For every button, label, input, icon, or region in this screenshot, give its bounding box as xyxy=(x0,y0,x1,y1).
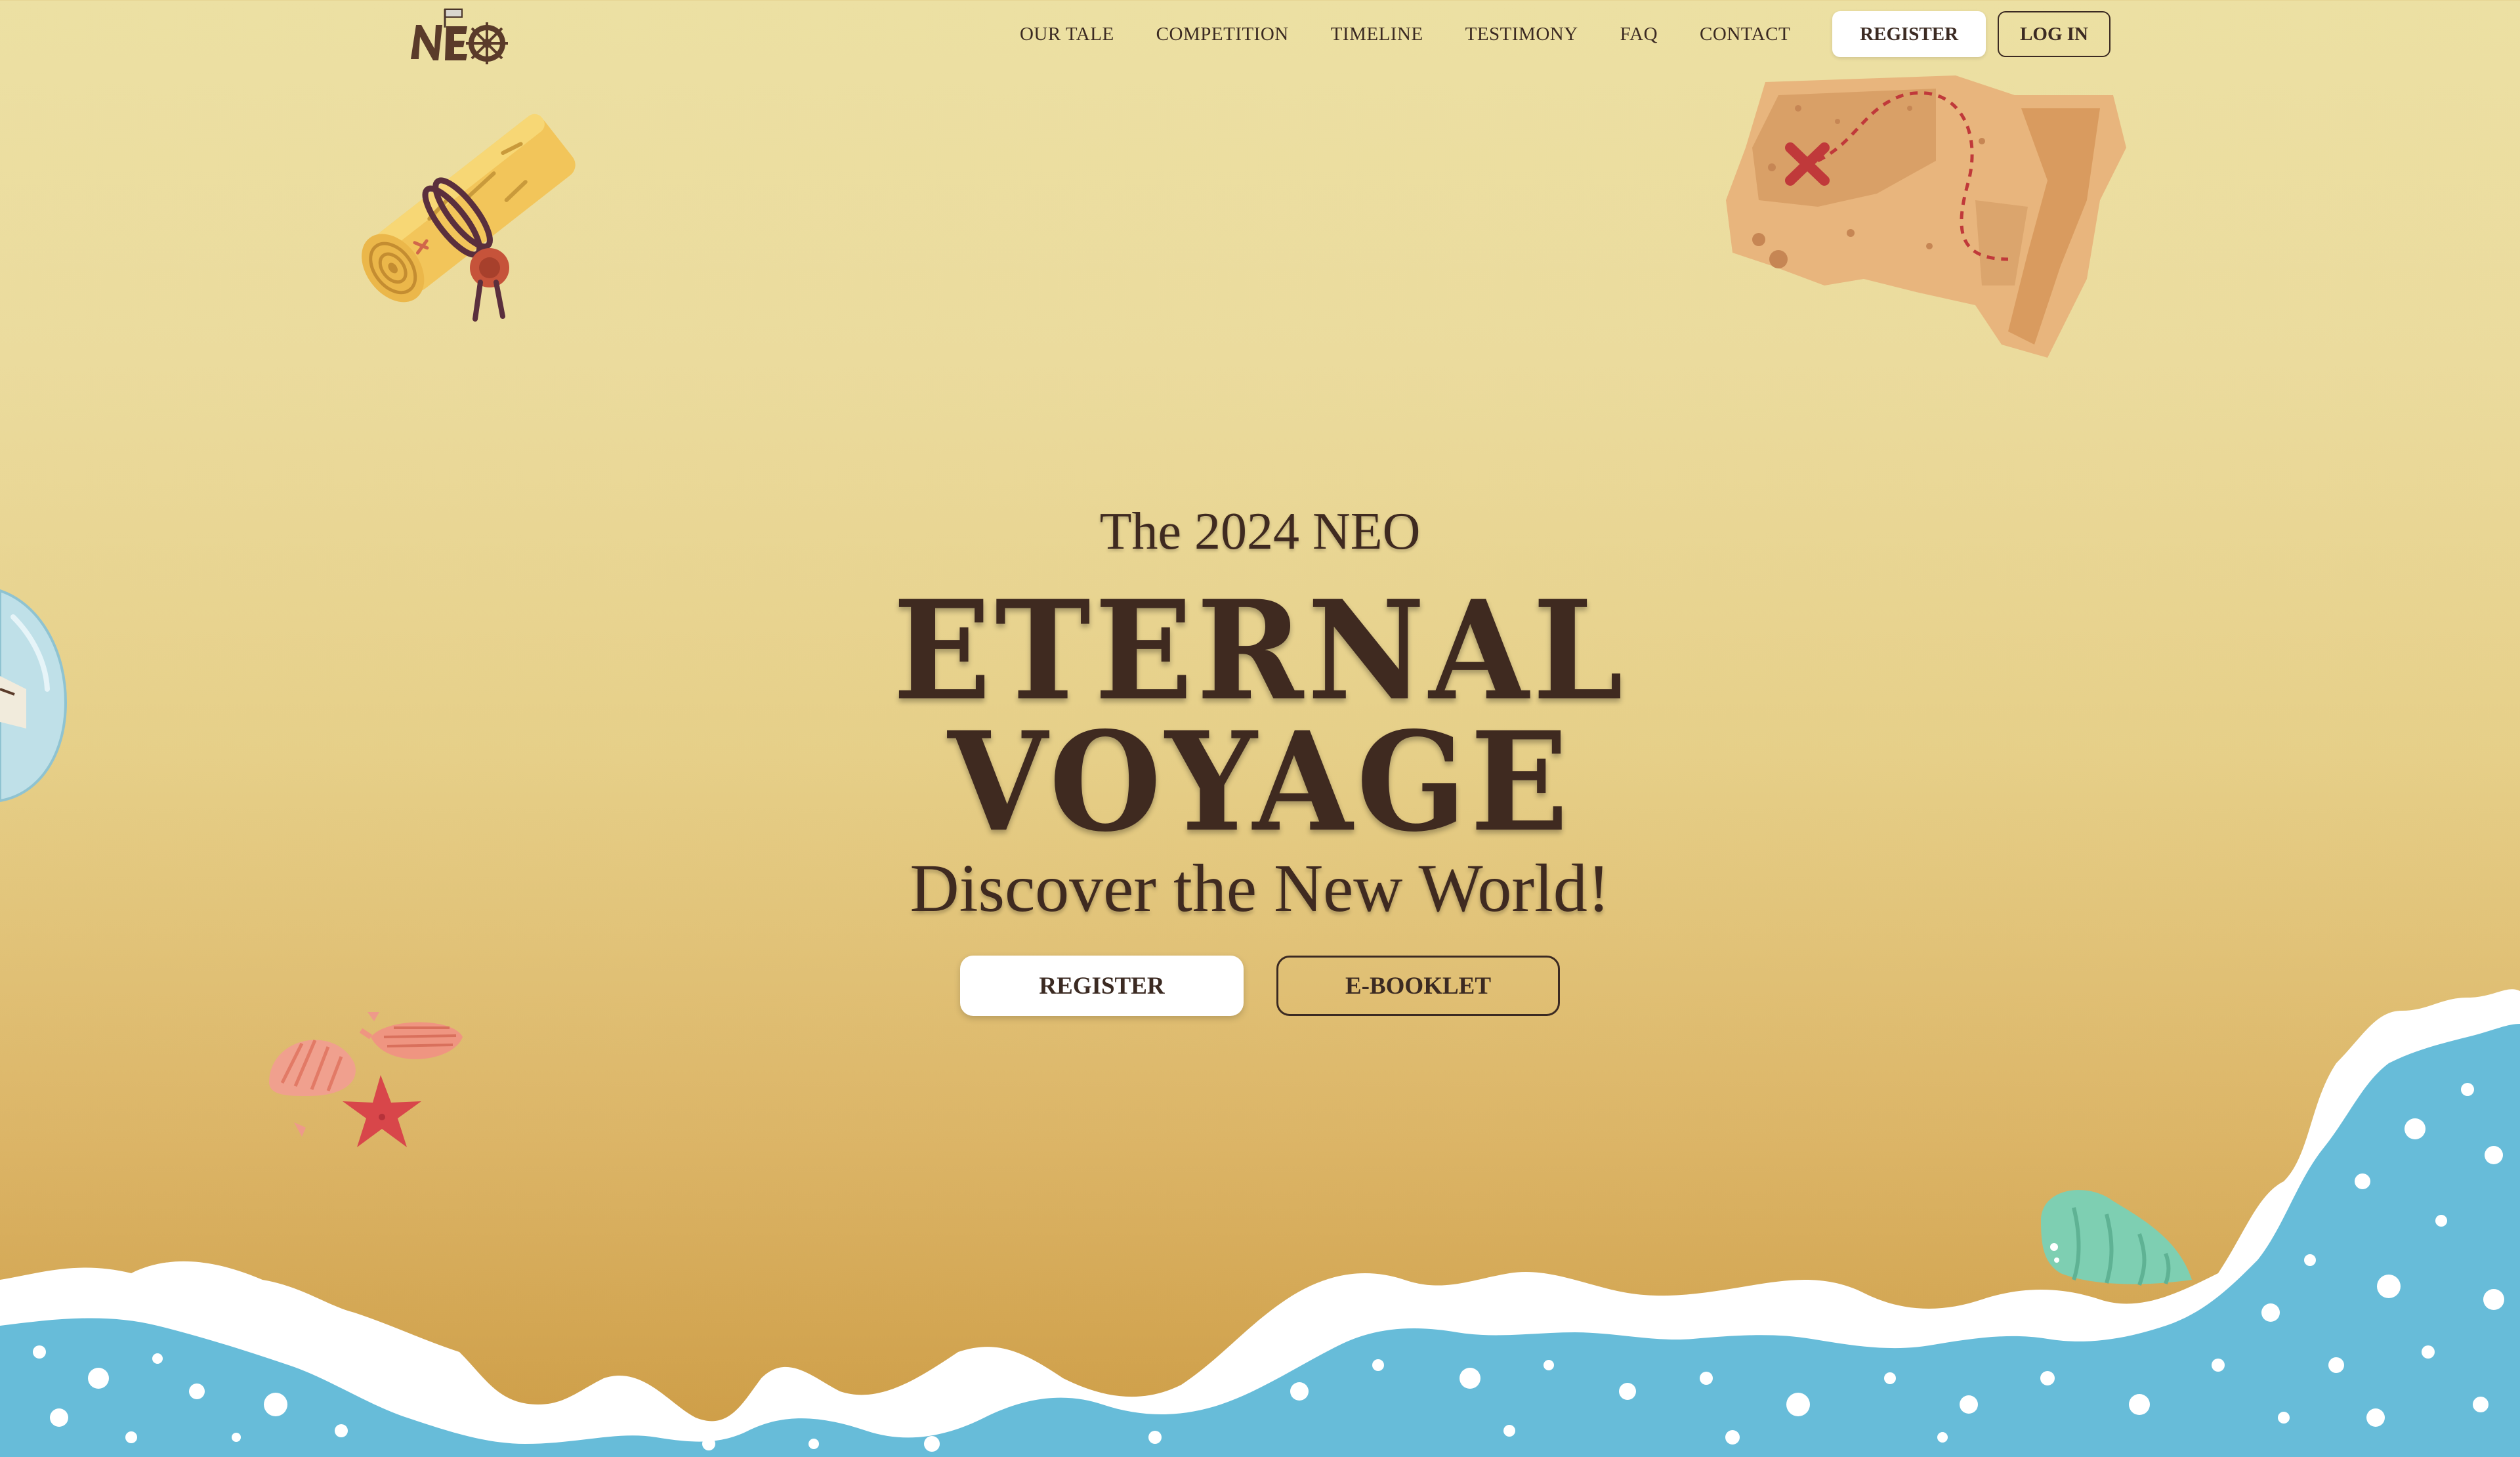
hero-ebooklet-button[interactable]: E-BOOKLET xyxy=(1276,956,1560,1016)
rolled-map-scroll-icon xyxy=(335,85,610,335)
hero-section: The 2024 NEO ETERNAL VOYAGE Discover the… xyxy=(0,505,2520,1016)
hero-register-button[interactable]: REGISTER xyxy=(960,956,1244,1016)
site-header: OUR TALE COMPETITION TIMELINE TESTIMONY … xyxy=(0,0,2520,71)
nav-testimony[interactable]: TESTIMONY xyxy=(1465,24,1578,45)
hero-buttons: REGISTER E-BOOKLET xyxy=(0,956,2520,1016)
ocean-waves xyxy=(0,984,2520,1457)
hero-title-line1: ETERNAL xyxy=(892,571,1628,731)
hero-title-line2: VOYAGE xyxy=(948,702,1572,862)
nav-competition[interactable]: COMPETITION xyxy=(1156,24,1289,45)
treasure-map-icon xyxy=(1719,69,2139,371)
hero-subtitle: Discover the New World! xyxy=(910,851,1610,926)
main-nav: OUR TALE COMPETITION TIMELINE TESTIMONY … xyxy=(1020,0,2110,68)
nav-faq[interactable]: FAQ xyxy=(1620,24,1658,45)
header-register-button[interactable]: REGISTER xyxy=(1832,11,1986,57)
nav-our-tale[interactable]: OUR TALE xyxy=(1020,24,1114,45)
header-login-button[interactable]: LOG IN xyxy=(1998,11,2110,57)
nav-contact[interactable]: CONTACT xyxy=(1700,24,1790,45)
hero-year-line: The 2024 NEO xyxy=(1099,503,1421,560)
neo-logo[interactable] xyxy=(407,5,512,68)
nav-timeline[interactable]: TIMELINE xyxy=(1331,24,1423,45)
